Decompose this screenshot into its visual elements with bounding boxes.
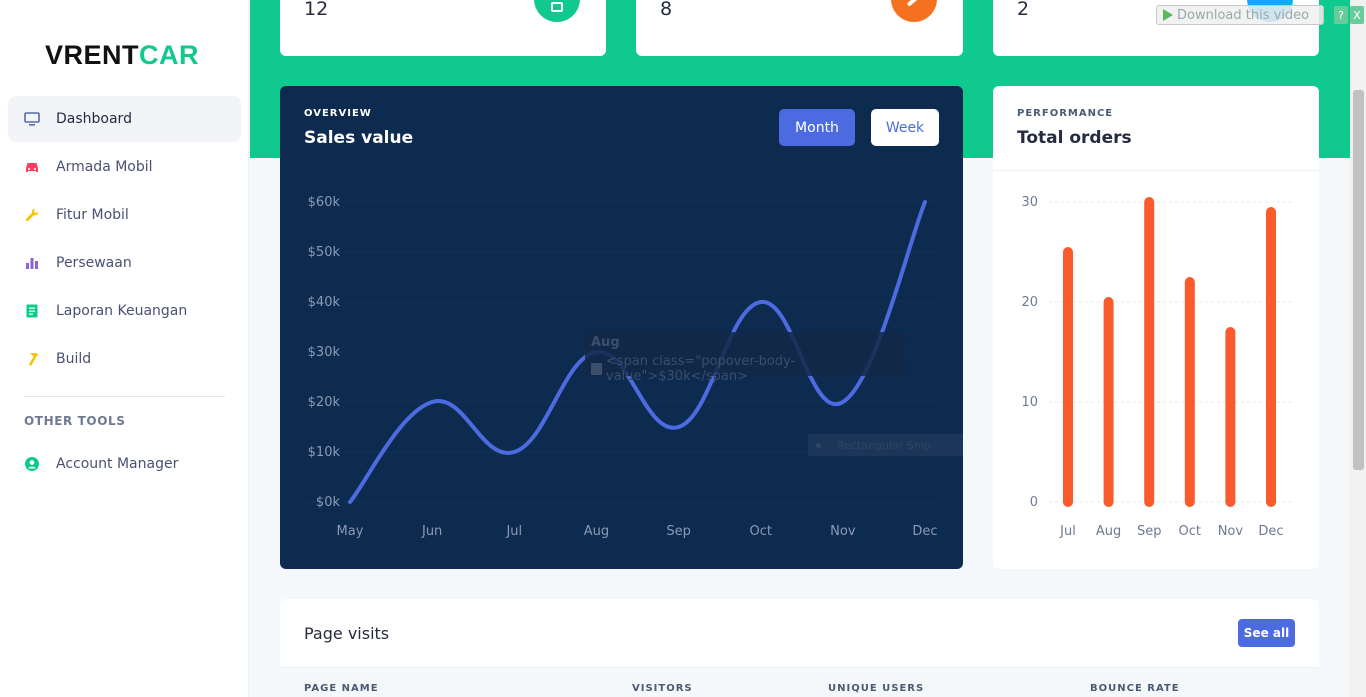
sidebar-nav: Dashboard Armada Mobil Fitur Mobil Perse… xyxy=(8,96,241,384)
x-tick-label: Sep xyxy=(666,524,691,539)
y-tick-label: $40k xyxy=(308,295,341,310)
bar-chart-icon xyxy=(24,255,40,271)
help-button[interactable]: ? xyxy=(1334,6,1348,24)
stat-card-2: 8 xyxy=(636,0,963,56)
x-tick-label: Oct xyxy=(1179,524,1201,539)
sidebar-item-persewaan[interactable]: Persewaan xyxy=(8,240,241,286)
sidebar-item-label: Persewaan xyxy=(56,255,132,271)
book-icon xyxy=(24,303,40,319)
column-header-unique-users[interactable]: UNIQUE USERS xyxy=(828,683,924,694)
see-all-button[interactable]: See all xyxy=(1238,619,1295,647)
stat-value: 12 xyxy=(304,0,329,20)
column-header-page-name[interactable]: PAGE NAME xyxy=(304,683,379,694)
x-tick-label: Aug xyxy=(1096,524,1121,539)
column-header-bounce-rate[interactable]: BOUNCE RATE xyxy=(1090,683,1180,694)
y-tick-label: $30k xyxy=(308,345,341,360)
sidebar-item-laporan-keuangan[interactable]: Laporan Keuangan xyxy=(8,288,241,334)
download-video-button[interactable]: Download this video xyxy=(1156,5,1324,25)
sidebar-item-account-manager[interactable]: Account Manager xyxy=(8,441,241,487)
sales-line-chart: $0k $10k $20k $30k $40k $50k $60k May Jun Jul Aug S… xyxy=(304,195,940,539)
sidebar-item-label: Armada Mobil xyxy=(56,159,153,175)
sidebar-item-label: Dashboard xyxy=(56,111,132,127)
y-tick-label: 0 xyxy=(1030,495,1038,510)
x-tick-label: Jul xyxy=(505,524,522,539)
chart-tooltip: Aug <span class="popover-body-value">$30… xyxy=(585,332,906,384)
x-tick-label: Nov xyxy=(830,524,856,539)
y-tick-label: $10k xyxy=(308,445,341,460)
table-header: PAGE NAME VISITORS UNIQUE USERS BOUNCE R… xyxy=(280,667,1319,697)
clipboard-icon xyxy=(551,2,563,12)
page-scrollbar[interactable] xyxy=(1350,0,1366,697)
snip-dot-icon xyxy=(816,442,821,448)
stat-icon xyxy=(534,0,580,22)
x-tick-label: Aug xyxy=(584,524,609,539)
x-tick-label: Jul xyxy=(1059,524,1076,539)
y-tick-label: $0k xyxy=(316,495,341,510)
close-button[interactable]: X xyxy=(1350,6,1364,24)
scrollbar-thumb[interactable] xyxy=(1353,90,1364,470)
x-tick-label: May xyxy=(337,524,364,539)
sidebar-item-armada-mobil[interactable]: Armada Mobil xyxy=(8,144,241,190)
pencil-icon xyxy=(906,0,922,7)
x-tick-label: Jun xyxy=(421,524,442,539)
user-circle-icon xyxy=(24,456,40,472)
download-video-bar: Download this video ? X xyxy=(1156,2,1366,28)
y-tick-label: $60k xyxy=(308,195,341,210)
snip-label: Rectangular Snip xyxy=(837,438,931,452)
tooltip-title: Aug xyxy=(591,335,620,350)
sidebar-item-fitur-mobil[interactable]: Fitur Mobil xyxy=(8,192,241,238)
stat-card-1: 12 xyxy=(280,0,606,56)
sidebar: VRENTCAR Dashboard Armada Mobil Fitur Mo… xyxy=(0,0,249,697)
sidebar-item-dashboard[interactable]: Dashboard xyxy=(8,96,241,142)
tooltip-swatch xyxy=(591,363,602,375)
car-icon xyxy=(24,159,40,175)
play-icon xyxy=(1163,9,1173,21)
sidebar-item-build[interactable]: Build xyxy=(8,336,241,382)
stat-icon xyxy=(891,0,937,22)
y-tick-label: $20k xyxy=(308,395,341,410)
rectangular-snip-overlay: Rectangular Snip xyxy=(808,434,963,456)
download-video-label: Download this video xyxy=(1177,7,1310,23)
stat-value: 2 xyxy=(1017,0,1030,20)
total-orders-card: PERFORMANCE Total orders 0 10 20 30 Jul Aug Se… xyxy=(993,86,1319,569)
sales-value-card: OVERVIEW Sales value Month Week $0k $10k $… xyxy=(280,86,963,569)
sidebar-item-label: Fitur Mobil xyxy=(56,207,129,223)
tooltip-value: <span class="popover-body-value">$30k</s… xyxy=(605,354,796,384)
sidebar-item-label: Laporan Keuangan xyxy=(56,303,188,319)
x-tick-label: Oct xyxy=(749,524,771,539)
x-tick-label: Nov xyxy=(1218,524,1244,539)
stat-value: 8 xyxy=(660,0,673,20)
page-visits-card: Page visits See all PAGE NAME VISITORS U… xyxy=(280,599,1319,697)
column-header-visitors[interactable]: VISITORS xyxy=(632,683,693,694)
hammer-icon xyxy=(24,351,40,367)
tooltip-body: <span class="popover-body-value">$30k</s… xyxy=(591,354,906,384)
wrench-icon xyxy=(24,207,40,223)
y-tick-label: $50k xyxy=(308,245,341,260)
x-tick-label: Sep xyxy=(1137,524,1162,539)
other-tools-heading: OTHER TOOLS xyxy=(24,414,126,428)
sidebar-item-label: Build xyxy=(56,351,92,367)
orders-bar-chart: 0 10 20 30 Jul Aug Sep Oct Nov Dec xyxy=(1021,195,1293,539)
sidebar-divider xyxy=(24,396,225,397)
y-tick-label: 10 xyxy=(1021,395,1038,410)
monitor-icon xyxy=(24,111,40,127)
y-tick-label: 20 xyxy=(1021,295,1038,310)
x-tick-label: Dec xyxy=(1258,524,1283,539)
sidebar-item-label: Account Manager xyxy=(56,456,179,472)
x-tick-label: Dec xyxy=(912,524,937,539)
brand-logo[interactable]: VRENTCAR xyxy=(45,40,199,71)
page-visits-title: Page visits xyxy=(304,624,390,643)
other-tools-nav: Account Manager xyxy=(8,441,241,489)
y-tick-label: 30 xyxy=(1021,195,1038,210)
